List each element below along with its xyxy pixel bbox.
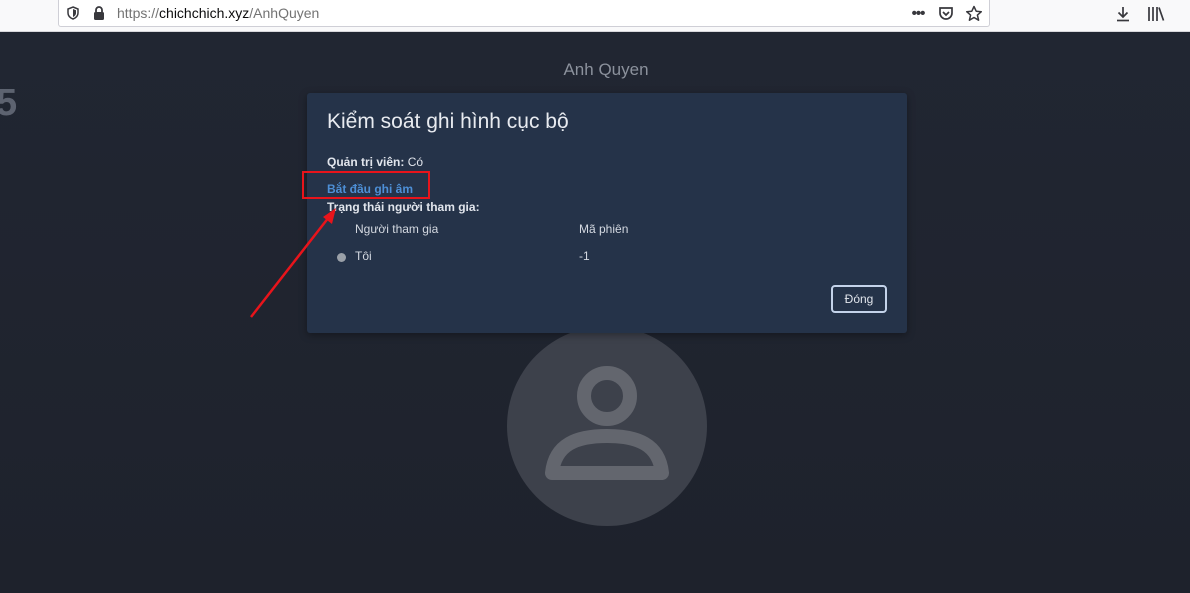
avatar bbox=[507, 326, 707, 526]
dialog-title: Kiểm soát ghi hình cục bộ bbox=[327, 110, 569, 133]
user-icon bbox=[545, 366, 669, 480]
room-name: Anh Quyen bbox=[563, 60, 649, 79]
address-bar[interactable]: https://chichchich.xyz/AnhQuyen ••• bbox=[58, 0, 990, 27]
participant-status-label: Trạng thái người tham gia: bbox=[327, 200, 480, 214]
conference-page: 5 Anh Quyen Kiểm soát ghi hình cục bộ Qu… bbox=[0, 32, 1190, 593]
participant-session-id: -1 bbox=[579, 249, 590, 263]
more-actions-icon[interactable]: ••• bbox=[908, 4, 928, 22]
annotation-highlight-box bbox=[302, 171, 430, 199]
participant-status-dot bbox=[337, 253, 346, 262]
pocket-icon[interactable] bbox=[936, 4, 956, 22]
column-header-participant: Người tham gia bbox=[355, 222, 439, 236]
close-button[interactable]: Đóng bbox=[831, 285, 887, 313]
shield-icon[interactable] bbox=[65, 5, 81, 21]
moderator-status: Quản trị viên: Có bbox=[327, 155, 423, 169]
lock-icon[interactable] bbox=[91, 5, 107, 21]
moderator-label: Quản trị viên: bbox=[327, 155, 405, 169]
local-recording-dialog: Kiểm soát ghi hình cục bộ Quản trị viên:… bbox=[307, 93, 907, 333]
column-header-session-id: Mã phiên bbox=[579, 222, 629, 236]
url-text[interactable]: https://chichchich.xyz/AnhQuyen bbox=[117, 5, 319, 21]
bookmark-star-icon[interactable] bbox=[964, 4, 984, 22]
browser-toolbar: https://chichchich.xyz/AnhQuyen ••• bbox=[0, 0, 1190, 32]
background-counter: 5 bbox=[0, 82, 18, 124]
downloads-icon[interactable] bbox=[1112, 3, 1134, 25]
moderator-value: Có bbox=[407, 155, 424, 169]
participant-name: Tôi bbox=[355, 249, 372, 263]
library-icon[interactable] bbox=[1145, 3, 1167, 25]
